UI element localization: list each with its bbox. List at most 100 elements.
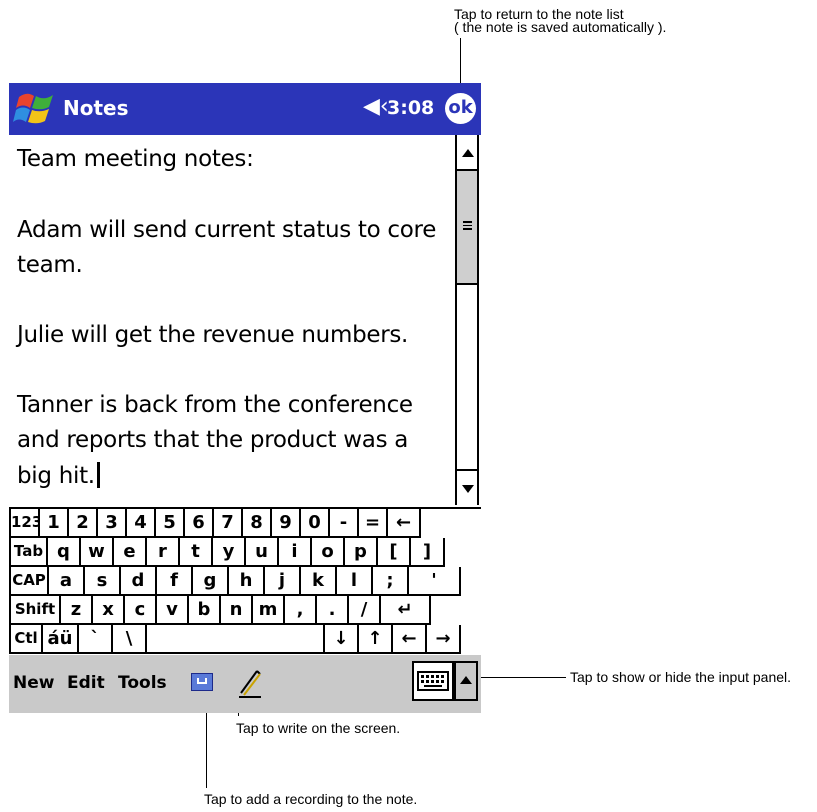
keyboard-key[interactable]: t: [180, 538, 213, 567]
keyboard-key[interactable]: a: [49, 567, 85, 596]
keyboard-key[interactable]: Ctl: [9, 625, 43, 654]
keyboard-key[interactable]: d: [121, 567, 157, 596]
note-line-last: big hit.: [17, 462, 100, 489]
pen-icon[interactable]: [235, 665, 265, 699]
note-line: team.: [17, 252, 83, 278]
app-title: Notes: [63, 96, 129, 120]
note-line: Julie will get the revenue numbers.: [17, 322, 409, 348]
note-line-text: big hit.: [17, 463, 95, 489]
text-caret: [96, 462, 100, 488]
recording-icon[interactable]: [191, 673, 213, 691]
keyboard-key[interactable]: ': [409, 567, 461, 596]
keyboard-key[interactable]: y: [213, 538, 246, 567]
arrow-down-icon: [462, 485, 474, 493]
keyboard-key[interactable]: k: [301, 567, 337, 596]
keyboard-key[interactable]: l: [337, 567, 373, 596]
pocket-pc-screen: Notes ◀‹ 3:08 ok Team meeting notes: Ada…: [9, 83, 481, 713]
command-bar: New Edit Tools: [9, 655, 481, 713]
keyboard-key[interactable]: 8: [243, 509, 272, 538]
keyboard-key[interactable]: 6: [185, 509, 214, 538]
keyboard-key[interactable]: j: [265, 567, 301, 596]
keyboard-key[interactable]: n: [221, 596, 253, 625]
input-method-arrow[interactable]: [454, 661, 478, 701]
menu-edit[interactable]: Edit: [67, 673, 105, 693]
keyboard-key[interactable]: z: [61, 596, 93, 625]
note-text-area[interactable]: Team meeting notes: Adam will send curre…: [9, 135, 453, 505]
soft-keyboard: 123 1 2 3 4 5 6 7 8 9 0- = ← Tab q w e r t y u i o p[] CAP a s d f g h…: [9, 507, 481, 657]
keyboard-key[interactable]: r: [147, 538, 180, 567]
note-line: Tanner is back from the conference: [17, 392, 413, 418]
keyboard-key[interactable]: 0: [301, 509, 330, 538]
keyboard-key[interactable]: u: [246, 538, 279, 567]
keyboard-key[interactable]: -: [330, 509, 359, 538]
keyboard-key[interactable]: ,: [285, 596, 317, 625]
keyboard-key[interactable]: ←: [388, 509, 421, 538]
keyboard-key[interactable]: ]: [411, 538, 445, 567]
keyboard-key[interactable]: ←: [393, 625, 427, 654]
keyboard-key[interactable]: i: [279, 538, 312, 567]
note-line: Team meeting notes:: [17, 146, 254, 172]
keyboard-key[interactable]: p: [345, 538, 378, 567]
keyboard-glyph: [417, 671, 449, 691]
arrow-up-icon: [460, 676, 472, 684]
keyboard-key[interactable]: 5: [156, 509, 185, 538]
keyboard-key[interactable]: s: [85, 567, 121, 596]
keyboard-key[interactable]: 2: [69, 509, 98, 538]
keyboard-key[interactable]: v: [157, 596, 189, 625]
grip-icon: [463, 221, 472, 230]
keyboard-key[interactable]: x: [93, 596, 125, 625]
note-line: Adam will send current status to core: [17, 217, 437, 243]
scroll-up-button[interactable]: [457, 135, 477, 171]
clock[interactable]: 3:08: [387, 97, 434, 119]
keyboard-key[interactable]: q: [48, 538, 81, 567]
speaker-icon[interactable]: ◀‹: [363, 94, 389, 119]
callout-write: Tap to write on the screen.: [236, 720, 401, 736]
keyboard-key[interactable]: `: [79, 625, 113, 654]
keyboard-key[interactable]: ↑: [359, 625, 393, 654]
keyboard-icon[interactable]: [412, 661, 454, 701]
arrow-up-icon: [462, 149, 474, 157]
keyboard-key[interactable]: áü: [43, 625, 79, 654]
keyboard-key[interactable]: 9: [272, 509, 301, 538]
callout-input-panel-leader: [476, 677, 566, 678]
keyboard-key[interactable]: b: [189, 596, 221, 625]
note-line: and reports that the product was a: [17, 427, 409, 453]
vertical-scrollbar[interactable]: [455, 135, 479, 505]
keyboard-key[interactable]: [: [378, 538, 411, 567]
keyboard-key[interactable]: /: [349, 596, 381, 625]
ok-button[interactable]: ok: [445, 93, 476, 124]
keyboard-key[interactable]: ;: [373, 567, 409, 596]
keyboard-key[interactable]: c: [125, 596, 157, 625]
keyboard-key[interactable]: w: [81, 538, 114, 567]
callout-record: Tap to add a recording to the note.: [204, 791, 418, 807]
keyboard-key[interactable]: →: [427, 625, 461, 654]
keyboard-key[interactable]: e: [114, 538, 147, 567]
keyboard-key[interactable]: h: [229, 567, 265, 596]
title-bar: Notes ◀‹ 3:08 ok: [9, 83, 481, 135]
start-menu-icon[interactable]: [13, 89, 57, 129]
scroll-down-button[interactable]: [457, 469, 477, 505]
scroll-thumb[interactable]: [457, 171, 477, 285]
keyboard-key[interactable]: Tab: [9, 538, 48, 567]
keyboard-key[interactable]: 7: [214, 509, 243, 538]
keyboard-key[interactable]: f: [157, 567, 193, 596]
keyboard-key[interactable]: ↓: [325, 625, 359, 654]
keyboard-key[interactable]: o: [312, 538, 345, 567]
keyboard-key[interactable]: 1: [40, 509, 69, 538]
keyboard-key[interactable]: =: [359, 509, 388, 538]
keyboard-key[interactable]: 3: [98, 509, 127, 538]
callout-input-panel: Tap to show or hide the input panel.: [570, 669, 792, 685]
keyboard-key[interactable]: CAP: [9, 567, 49, 596]
keyboard-key[interactable]: g: [193, 567, 229, 596]
menu-tools[interactable]: Tools: [118, 673, 167, 693]
menu-new[interactable]: New: [13, 673, 54, 693]
keyboard-key[interactable]: 4: [127, 509, 156, 538]
keyboard-key[interactable]: ↵: [381, 596, 431, 625]
keyboard-key[interactable]: m: [253, 596, 285, 625]
callout-ok-line2: ( the note is saved automatically ).: [454, 19, 667, 35]
keyboard-key[interactable]: Shift: [9, 596, 61, 625]
keyboard-key[interactable]: .: [317, 596, 349, 625]
keyboard-key[interactable]: \: [113, 625, 147, 654]
keyboard-key[interactable]: 123: [9, 509, 40, 538]
key-space[interactable]: [147, 625, 325, 654]
